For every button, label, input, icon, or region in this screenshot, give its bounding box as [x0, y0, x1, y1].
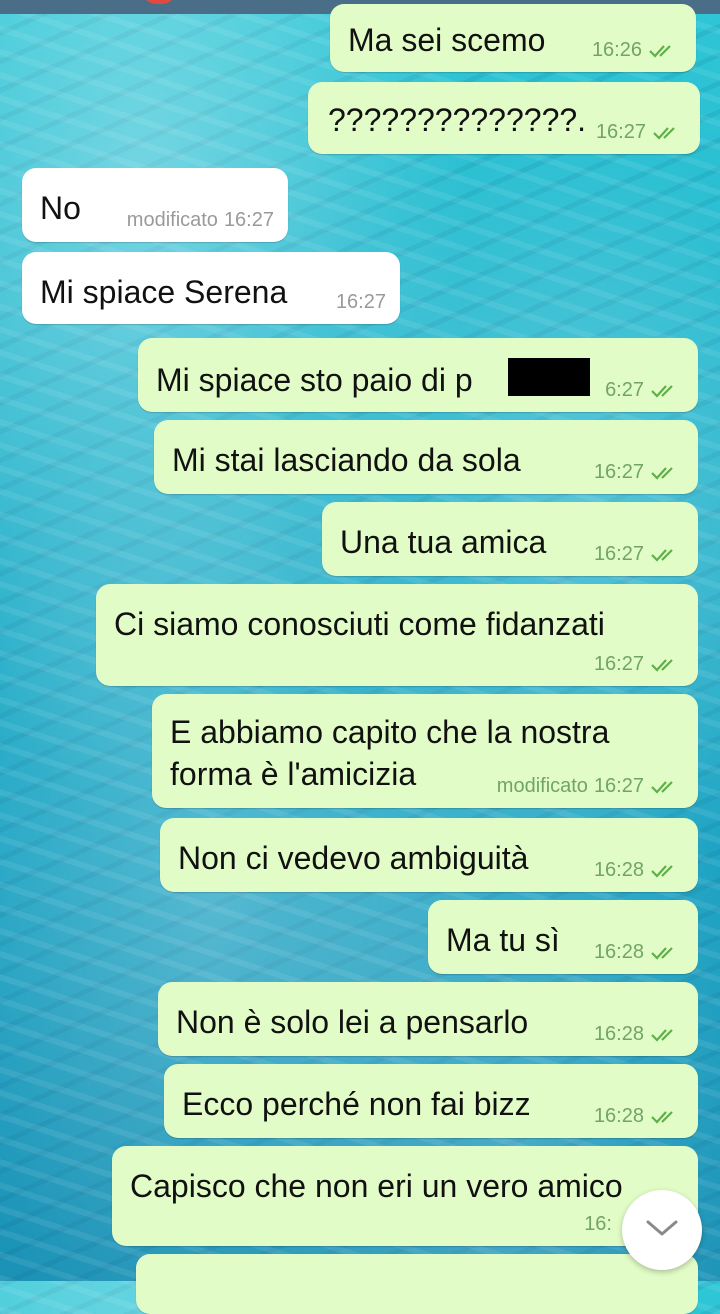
edited-label: modificato — [496, 775, 588, 797]
message-bubble-incoming[interactable]: Mi spiace Serena 16:27 — [22, 252, 400, 324]
message-bubble-outgoing[interactable]: Ci siamo conosciuti come fidanzati 16:27 — [96, 584, 698, 686]
message-bubble-outgoing[interactable]: Mi stai lasciando da sola 16:27 — [154, 420, 698, 494]
message-time: 6:27 — [605, 379, 644, 401]
scroll-to-bottom-button[interactable] — [622, 1190, 702, 1270]
message-time: 16:26 — [591, 39, 642, 61]
notification-indicator — [142, 0, 176, 4]
message-meta: 16: — [584, 1213, 612, 1236]
message-text: Ma tu sì — [446, 922, 560, 958]
double-check-icon — [650, 465, 682, 481]
message-meta: modificato 16:27 — [127, 209, 274, 232]
message-time: 16:27 — [593, 543, 644, 565]
message-bubble-outgoing[interactable]: ??????????????. 16:27 — [308, 82, 700, 154]
message-text: Ecco perché non fai bizz — [182, 1086, 531, 1122]
message-text: Capisco che non eri un vero amico — [130, 1168, 623, 1204]
message-bubble-outgoing[interactable]: Non è solo lei a pensarlo 16:28 — [158, 982, 698, 1056]
message-meta: 16:27 — [594, 461, 682, 484]
message-time: 16:27 — [593, 775, 644, 797]
redaction-box — [508, 358, 590, 396]
message-meta: 16:28 — [594, 941, 682, 964]
message-meta: 16:26 — [592, 39, 680, 62]
message-meta: 16:27 — [596, 121, 684, 144]
double-check-icon — [650, 383, 682, 399]
message-time: 16:27 — [593, 653, 644, 675]
message-time: 16: — [584, 1213, 612, 1235]
message-time: 16:28 — [593, 941, 644, 963]
message-time: 16:27 — [223, 209, 274, 231]
message-text: Una tua amica — [340, 524, 547, 560]
double-check-icon — [650, 945, 682, 961]
double-check-icon — [648, 43, 680, 59]
message-text: Mi spiace Serena — [40, 274, 288, 310]
message-bubble-outgoing[interactable]: Una tua amica 16:27 — [322, 502, 698, 576]
double-check-icon — [650, 657, 682, 673]
message-text: Ci siamo conosciuti come fidanzati — [114, 606, 605, 642]
message-meta: 16:28 — [594, 1105, 682, 1128]
message-time: 16:28 — [593, 1105, 644, 1127]
message-meta: 16:28 — [594, 1023, 682, 1046]
message-time: 16:28 — [593, 859, 644, 881]
double-check-icon — [650, 1109, 682, 1125]
message-text: Mi spiace sto paio di p — [156, 362, 473, 398]
message-bubble-outgoing[interactable]: Ecco perché non fai bizz 16:28 — [164, 1064, 698, 1138]
double-check-icon — [650, 547, 682, 563]
message-text: Non è solo lei a pensarlo — [176, 1004, 529, 1040]
double-check-icon — [650, 863, 682, 879]
double-check-icon — [652, 125, 684, 141]
message-text-line-2: forma è l'amicizia — [170, 756, 417, 792]
message-bubble-outgoing[interactable]: Ma sei scemo 16:26 — [330, 4, 696, 72]
message-meta: modificato 16:27 — [497, 775, 682, 798]
message-bubble-outgoing[interactable]: E abbiamo capito che la nostra forma è l… — [152, 694, 698, 808]
message-meta: 16:28 — [594, 859, 682, 882]
message-meta: 6:27 — [605, 379, 682, 402]
message-text: Mi stai lasciando da sola — [172, 442, 521, 478]
message-time: 16:27 — [593, 461, 644, 483]
double-check-icon — [650, 1027, 682, 1043]
chevron-down-icon — [645, 1218, 679, 1243]
message-meta: 16:27 — [594, 543, 682, 566]
message-text: Non ci vedevo ambiguità — [178, 840, 529, 876]
message-meta: 16:27 — [594, 653, 682, 676]
message-time: 16:28 — [593, 1023, 644, 1045]
message-time: 16:27 — [595, 121, 646, 143]
message-time: 16:27 — [335, 291, 386, 313]
message-text: No — [40, 190, 81, 226]
message-bubble-outgoing[interactable] — [136, 1254, 698, 1314]
message-bubble-incoming[interactable]: No modificato 16:27 — [22, 168, 288, 242]
message-text: ??????????????. — [328, 102, 587, 138]
message-bubble-outgoing[interactable]: Non ci vedevo ambiguità 16:28 — [160, 818, 698, 892]
message-bubble-outgoing[interactable]: Ma tu sì 16:28 — [428, 900, 698, 974]
message-text: Ma sei scemo — [348, 22, 546, 58]
double-check-icon — [650, 779, 682, 795]
message-bubble-outgoing[interactable]: Mi spiace sto paio di p 6:27 — [138, 338, 698, 412]
edited-label: modificato — [126, 209, 218, 231]
message-bubble-outgoing[interactable]: Capisco che non eri un vero amico 16: — [112, 1146, 698, 1246]
message-meta: 16:27 — [336, 291, 386, 314]
message-text-line-1: E abbiamo capito che la nostra — [170, 714, 610, 750]
